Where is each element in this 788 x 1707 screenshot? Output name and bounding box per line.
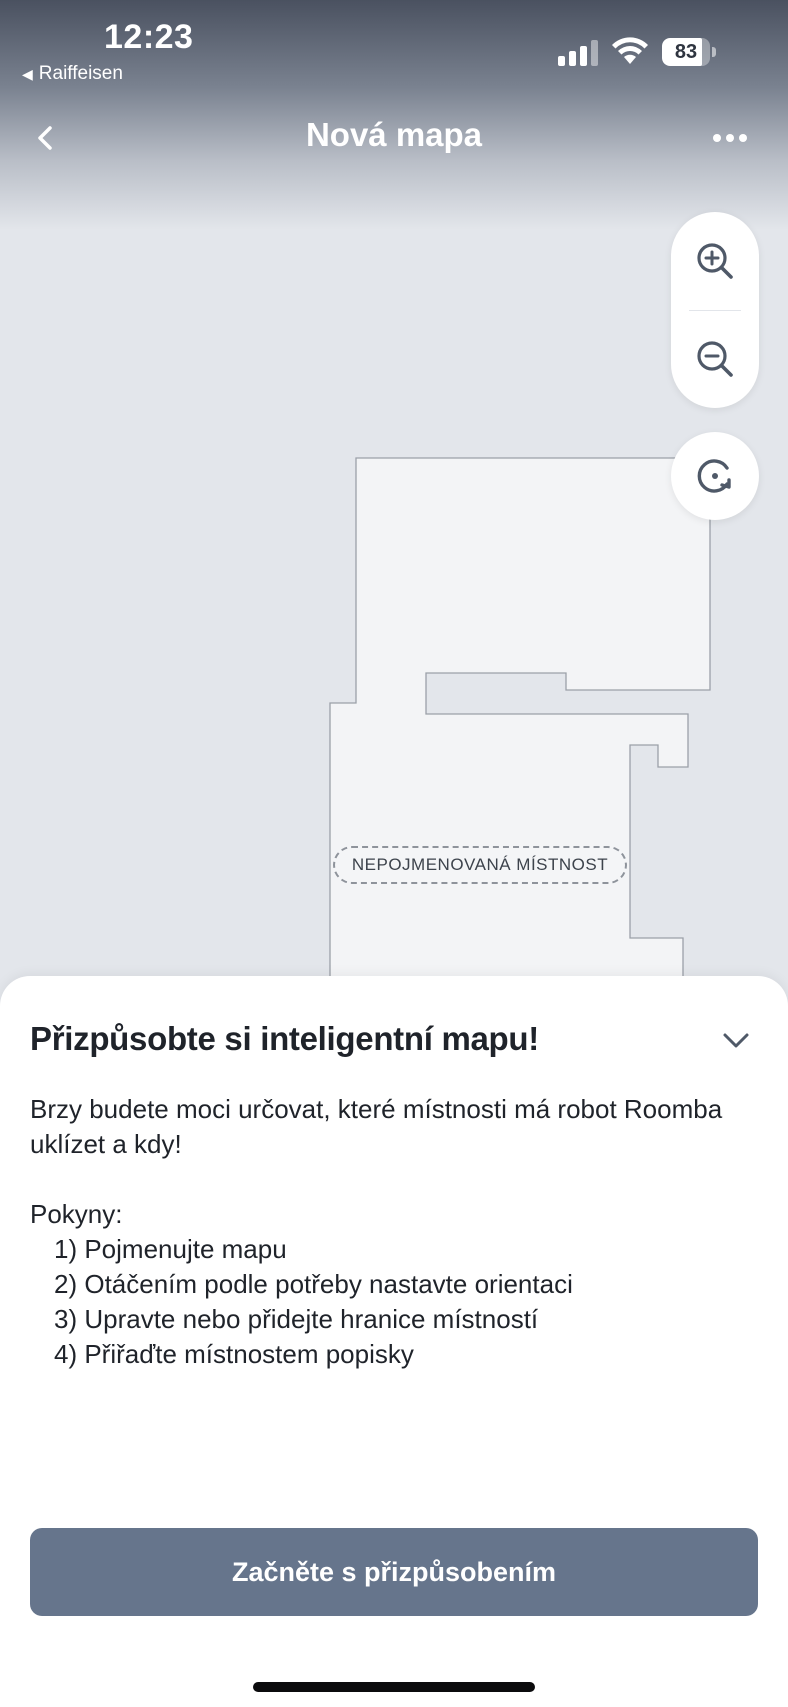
zoom-controls [671, 212, 759, 408]
back-triangle-icon: ◀ [22, 65, 33, 82]
rotate-icon [697, 459, 731, 493]
battery-indicator: 83 [662, 38, 716, 66]
rotate-map-button[interactable] [671, 432, 759, 520]
ellipsis-icon [713, 134, 747, 142]
step-item: 1) Pojmenujte mapu [54, 1234, 287, 1264]
zoom-in-icon [697, 243, 733, 279]
start-customizing-button[interactable]: Začněte s přizpůsobením [30, 1528, 758, 1616]
zoom-out-button[interactable] [671, 310, 759, 408]
sheet-intro: Brzy budete moci určovat, které místnost… [30, 1094, 723, 1159]
step-item: 4) Přiřaďte místnostem popisky [54, 1339, 414, 1369]
back-app-label: Raiffeisen [38, 63, 123, 84]
zoom-in-button[interactable] [671, 212, 759, 310]
page-title: Nová mapa [305, 116, 483, 153]
step-item: 2) Otáčením podle potřeby nastavte orien… [54, 1269, 573, 1299]
collapse-sheet-button[interactable] [720, 1028, 752, 1052]
step-item: 3) Upravte nebo přidejte hranice místnos… [54, 1304, 539, 1334]
steps-list: Pokyny: 1) Pojmenujte mapu 2) Otáčením p… [30, 1197, 750, 1372]
battery-percent: 83 [674, 41, 698, 63]
room-label-unnamed[interactable]: NEPOJMENOVANÁ MÍSTNOST [333, 846, 627, 884]
zoom-out-icon [697, 341, 733, 377]
status-time: 12:23 [104, 18, 194, 56]
steps-heading: Pokyny: [30, 1199, 123, 1229]
chevron-down-icon [723, 1033, 749, 1048]
sheet-body: Brzy budete moci určovat, které místnost… [30, 1092, 750, 1372]
wifi-icon [612, 37, 648, 64]
customize-map-sheet: Přizpůsobte si inteligentní mapu! Brzy b… [0, 976, 788, 1707]
back-to-app-link[interactable]: ◀ Raiffeisen [22, 63, 123, 85]
more-options-button[interactable] [710, 126, 750, 150]
room-outline [329, 457, 711, 991]
home-indicator [253, 1682, 535, 1692]
cellular-signal-icon [558, 40, 598, 66]
sheet-title: Přizpůsobte si inteligentní mapu! [30, 1020, 539, 1057]
